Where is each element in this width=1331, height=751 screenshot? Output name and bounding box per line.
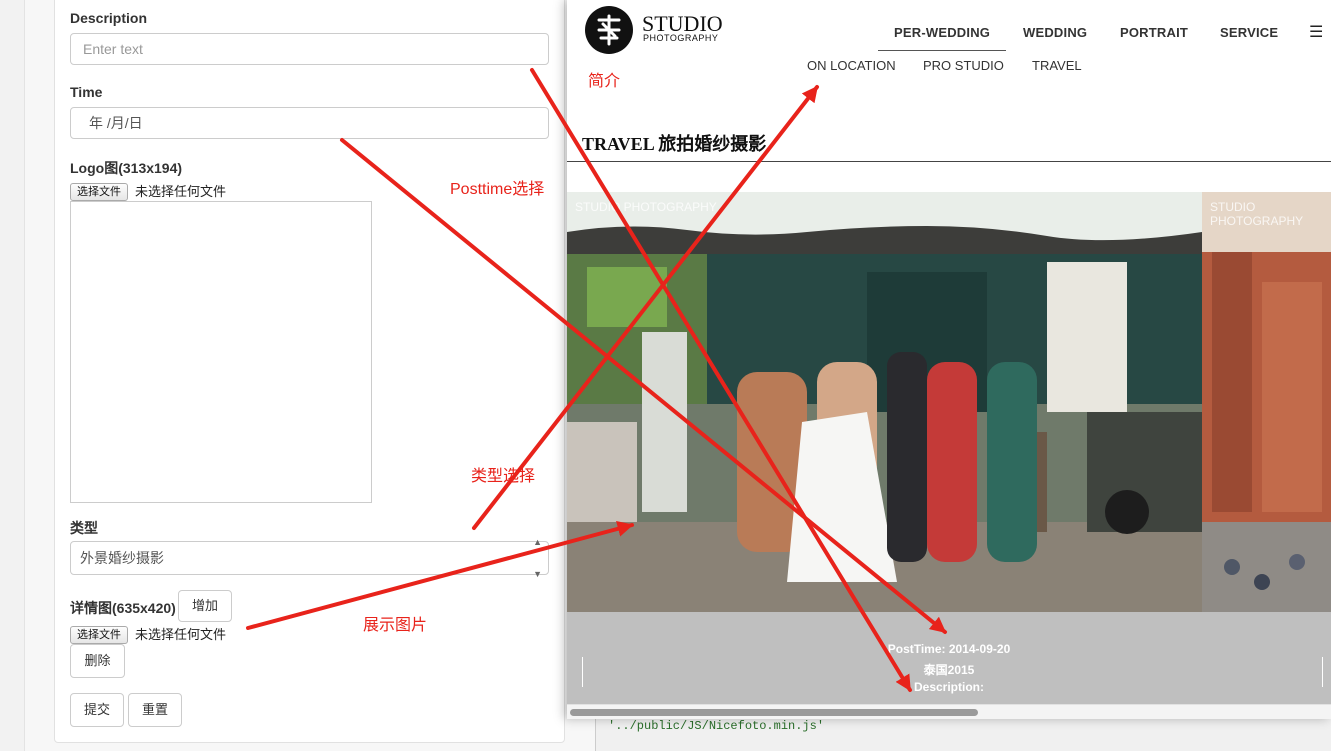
annotation-type: 类型选择 [471,468,536,485]
annotation-intro: 简介 [588,73,621,90]
arrow-image [246,521,634,630]
annotation-image: 展示图片 [363,617,428,634]
annotation-posttime: Posttime选择 [450,181,545,198]
annotation-arrows [246,68,947,692]
arrow-posttime [340,138,947,634]
